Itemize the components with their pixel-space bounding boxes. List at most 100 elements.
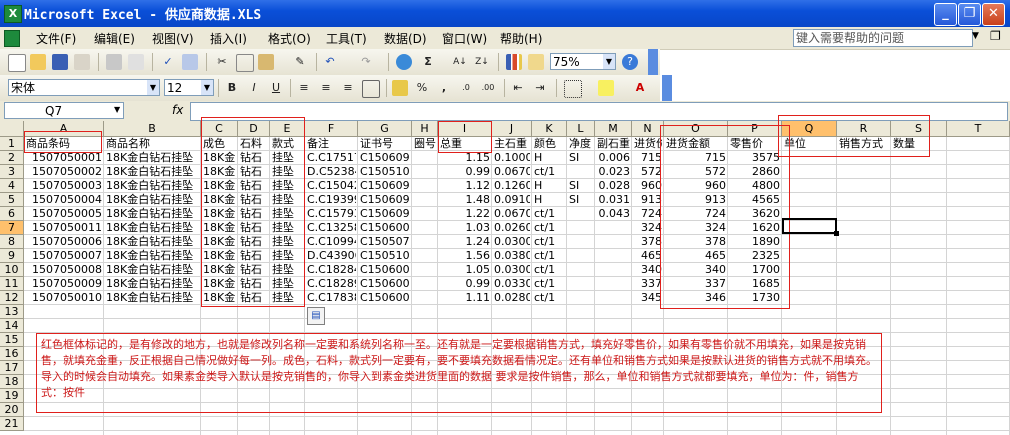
toolbar-options-icon[interactable]	[648, 49, 658, 75]
cell-f8[interactable]: C.C10994	[307, 235, 356, 249]
column-header-g[interactable]: G	[358, 121, 412, 137]
cell-m1[interactable]: 副石重	[597, 137, 630, 151]
spelling-icon[interactable]: ✓	[160, 54, 176, 70]
cell-k7[interactable]: ct/1	[534, 221, 565, 235]
cell-g6[interactable]: C1506093125	[360, 207, 410, 221]
sort-ascending-icon[interactable]: A↓	[452, 54, 468, 70]
fill-handle[interactable]	[834, 231, 839, 236]
workbook-restore-icon[interactable]: ❐	[990, 29, 1001, 43]
row-header-14[interactable]: 14	[0, 319, 24, 333]
cell-a5[interactable]: 1507050004	[26, 193, 102, 207]
row-header-20[interactable]: 20	[0, 403, 24, 417]
cell-b11[interactable]: 18K金白钻石挂坠	[106, 277, 199, 291]
cell-a10[interactable]: 1507050008	[26, 263, 102, 277]
cell-k5[interactable]: H	[534, 193, 565, 207]
cell-l4[interactable]: SI	[569, 179, 593, 193]
cell-f1[interactable]: 备注	[307, 137, 356, 151]
cell-m5[interactable]: 0.031	[597, 193, 631, 207]
cell-i2[interactable]: 1.15	[440, 151, 491, 165]
zoom-dropdown-icon[interactable]: ▼	[603, 54, 615, 69]
cell-l5[interactable]: SI	[569, 193, 593, 207]
cell-b3[interactable]: 18K金白钻石挂坠	[106, 165, 199, 179]
align-left-icon[interactable]: ≡	[296, 80, 312, 96]
cell-g4[interactable]: C1506093201	[360, 179, 410, 193]
cell-f12[interactable]: C.C17838	[307, 291, 356, 305]
menu-insert[interactable]: 插入(I)	[210, 30, 247, 47]
cell-b9[interactable]: 18K金白钻石挂坠	[106, 249, 199, 263]
borders-icon[interactable]	[564, 80, 582, 98]
font-dropdown-icon[interactable]: ▼	[147, 80, 159, 95]
research-icon[interactable]	[182, 54, 198, 70]
cell-j10[interactable]: 0.0300	[494, 263, 530, 277]
menu-window[interactable]: 窗口(W)	[442, 30, 487, 47]
cell-i10[interactable]: 1.05	[440, 263, 491, 277]
underline-button[interactable]: U	[268, 80, 284, 96]
cell-i3[interactable]: 0.99	[440, 165, 491, 179]
cell-n1[interactable]: 进货价	[634, 137, 662, 151]
cell-i9[interactable]: 1.56	[440, 249, 491, 263]
copy-icon[interactable]	[236, 54, 254, 72]
cell-i12[interactable]: 1.11	[440, 291, 491, 305]
cell-k11[interactable]: ct/1	[534, 277, 565, 291]
cell-f11[interactable]: C.C18289	[307, 277, 356, 291]
column-header-j[interactable]: J	[492, 121, 532, 137]
cell-n9[interactable]: 465	[634, 249, 662, 263]
cell-b10[interactable]: 18K金白钻石挂坠	[106, 263, 199, 277]
cell-i4[interactable]: 1.12	[440, 179, 491, 193]
cell-n12[interactable]: 345	[634, 291, 662, 305]
worksheet-grid[interactable]: ABCDEFGHIJKLMNOPQRST 1 2 3 4 5 6 7 8 9 10 11 12 13 14…	[0, 115, 1010, 435]
cell-g12[interactable]: C1506000335	[360, 291, 410, 305]
autosum-icon[interactable]: Σ	[420, 54, 436, 70]
cell-g5[interactable]: C1506093220	[360, 193, 410, 207]
bold-button[interactable]: B	[224, 80, 240, 96]
cell-n2[interactable]: 715	[634, 151, 662, 165]
cell-i8[interactable]: 1.24	[440, 235, 491, 249]
cell-b7[interactable]: 18K金白钻石挂坠	[106, 221, 199, 235]
cell-g11[interactable]: C1506000481	[360, 277, 410, 291]
menu-format[interactable]: 格式(O)	[268, 30, 311, 47]
cell-k9[interactable]: ct/1	[534, 249, 565, 263]
comma-button[interactable]: ,	[436, 80, 452, 96]
row-header-8[interactable]: 8	[0, 235, 24, 249]
help-icon[interactable]: ?	[622, 54, 638, 70]
cell-j4[interactable]: 0.1260	[494, 179, 530, 193]
print-preview-icon[interactable]	[128, 54, 144, 70]
cell-j9[interactable]: 0.0380	[494, 249, 530, 263]
cell-n5[interactable]: 913	[634, 193, 662, 207]
name-box[interactable]: Q7	[4, 102, 124, 119]
column-header-b[interactable]: B	[104, 121, 201, 137]
cell-n3[interactable]: 572	[634, 165, 662, 179]
column-header-h[interactable]: H	[412, 121, 438, 137]
restore-button[interactable]: ❐	[958, 3, 981, 26]
row-header-21[interactable]: 21	[0, 417, 24, 431]
cell-f4[interactable]: C.C15042	[307, 179, 356, 193]
cell-g8[interactable]: C1505076536	[360, 235, 410, 249]
select-all-corner[interactable]	[0, 121, 24, 137]
cell-f2[interactable]: C.C17517	[307, 151, 356, 165]
cell-f10[interactable]: C.C18284	[307, 263, 356, 277]
cell-k8[interactable]: ct/1	[534, 235, 565, 249]
undo-icon[interactable]: ↶	[322, 54, 338, 70]
row-header-18[interactable]: 18	[0, 375, 24, 389]
cell-a7[interactable]: 1507050011	[26, 221, 102, 235]
insert-function-icon[interactable]: fx	[172, 103, 183, 117]
increase-indent-icon[interactable]: ⇥	[532, 80, 548, 96]
cell-b1[interactable]: 商品名称	[106, 137, 199, 151]
cell-k12[interactable]: ct/1	[534, 291, 565, 305]
cell-g7[interactable]: C1506000426	[360, 221, 410, 235]
menu-view[interactable]: 视图(V)	[152, 30, 194, 47]
column-header-f[interactable]: F	[305, 121, 358, 137]
font-name-select[interactable]: 宋体 ▼	[8, 79, 160, 96]
align-right-icon[interactable]: ≡	[340, 80, 356, 96]
redo-icon[interactable]: ↷	[358, 54, 374, 70]
cell-j7[interactable]: 0.0260	[494, 221, 530, 235]
cell-j2[interactable]: 0.1000	[494, 151, 530, 165]
cell-k3[interactable]: ct/1	[534, 165, 565, 179]
cell-k6[interactable]: ct/1	[534, 207, 565, 221]
cell-a9[interactable]: 1507050007	[26, 249, 102, 263]
cell-k2[interactable]: H	[534, 151, 565, 165]
column-header-l[interactable]: L	[567, 121, 595, 137]
font-size-select[interactable]: 12 ▼	[164, 79, 214, 96]
italic-button[interactable]: I	[246, 80, 262, 96]
minimize-button[interactable]: _	[934, 3, 957, 26]
